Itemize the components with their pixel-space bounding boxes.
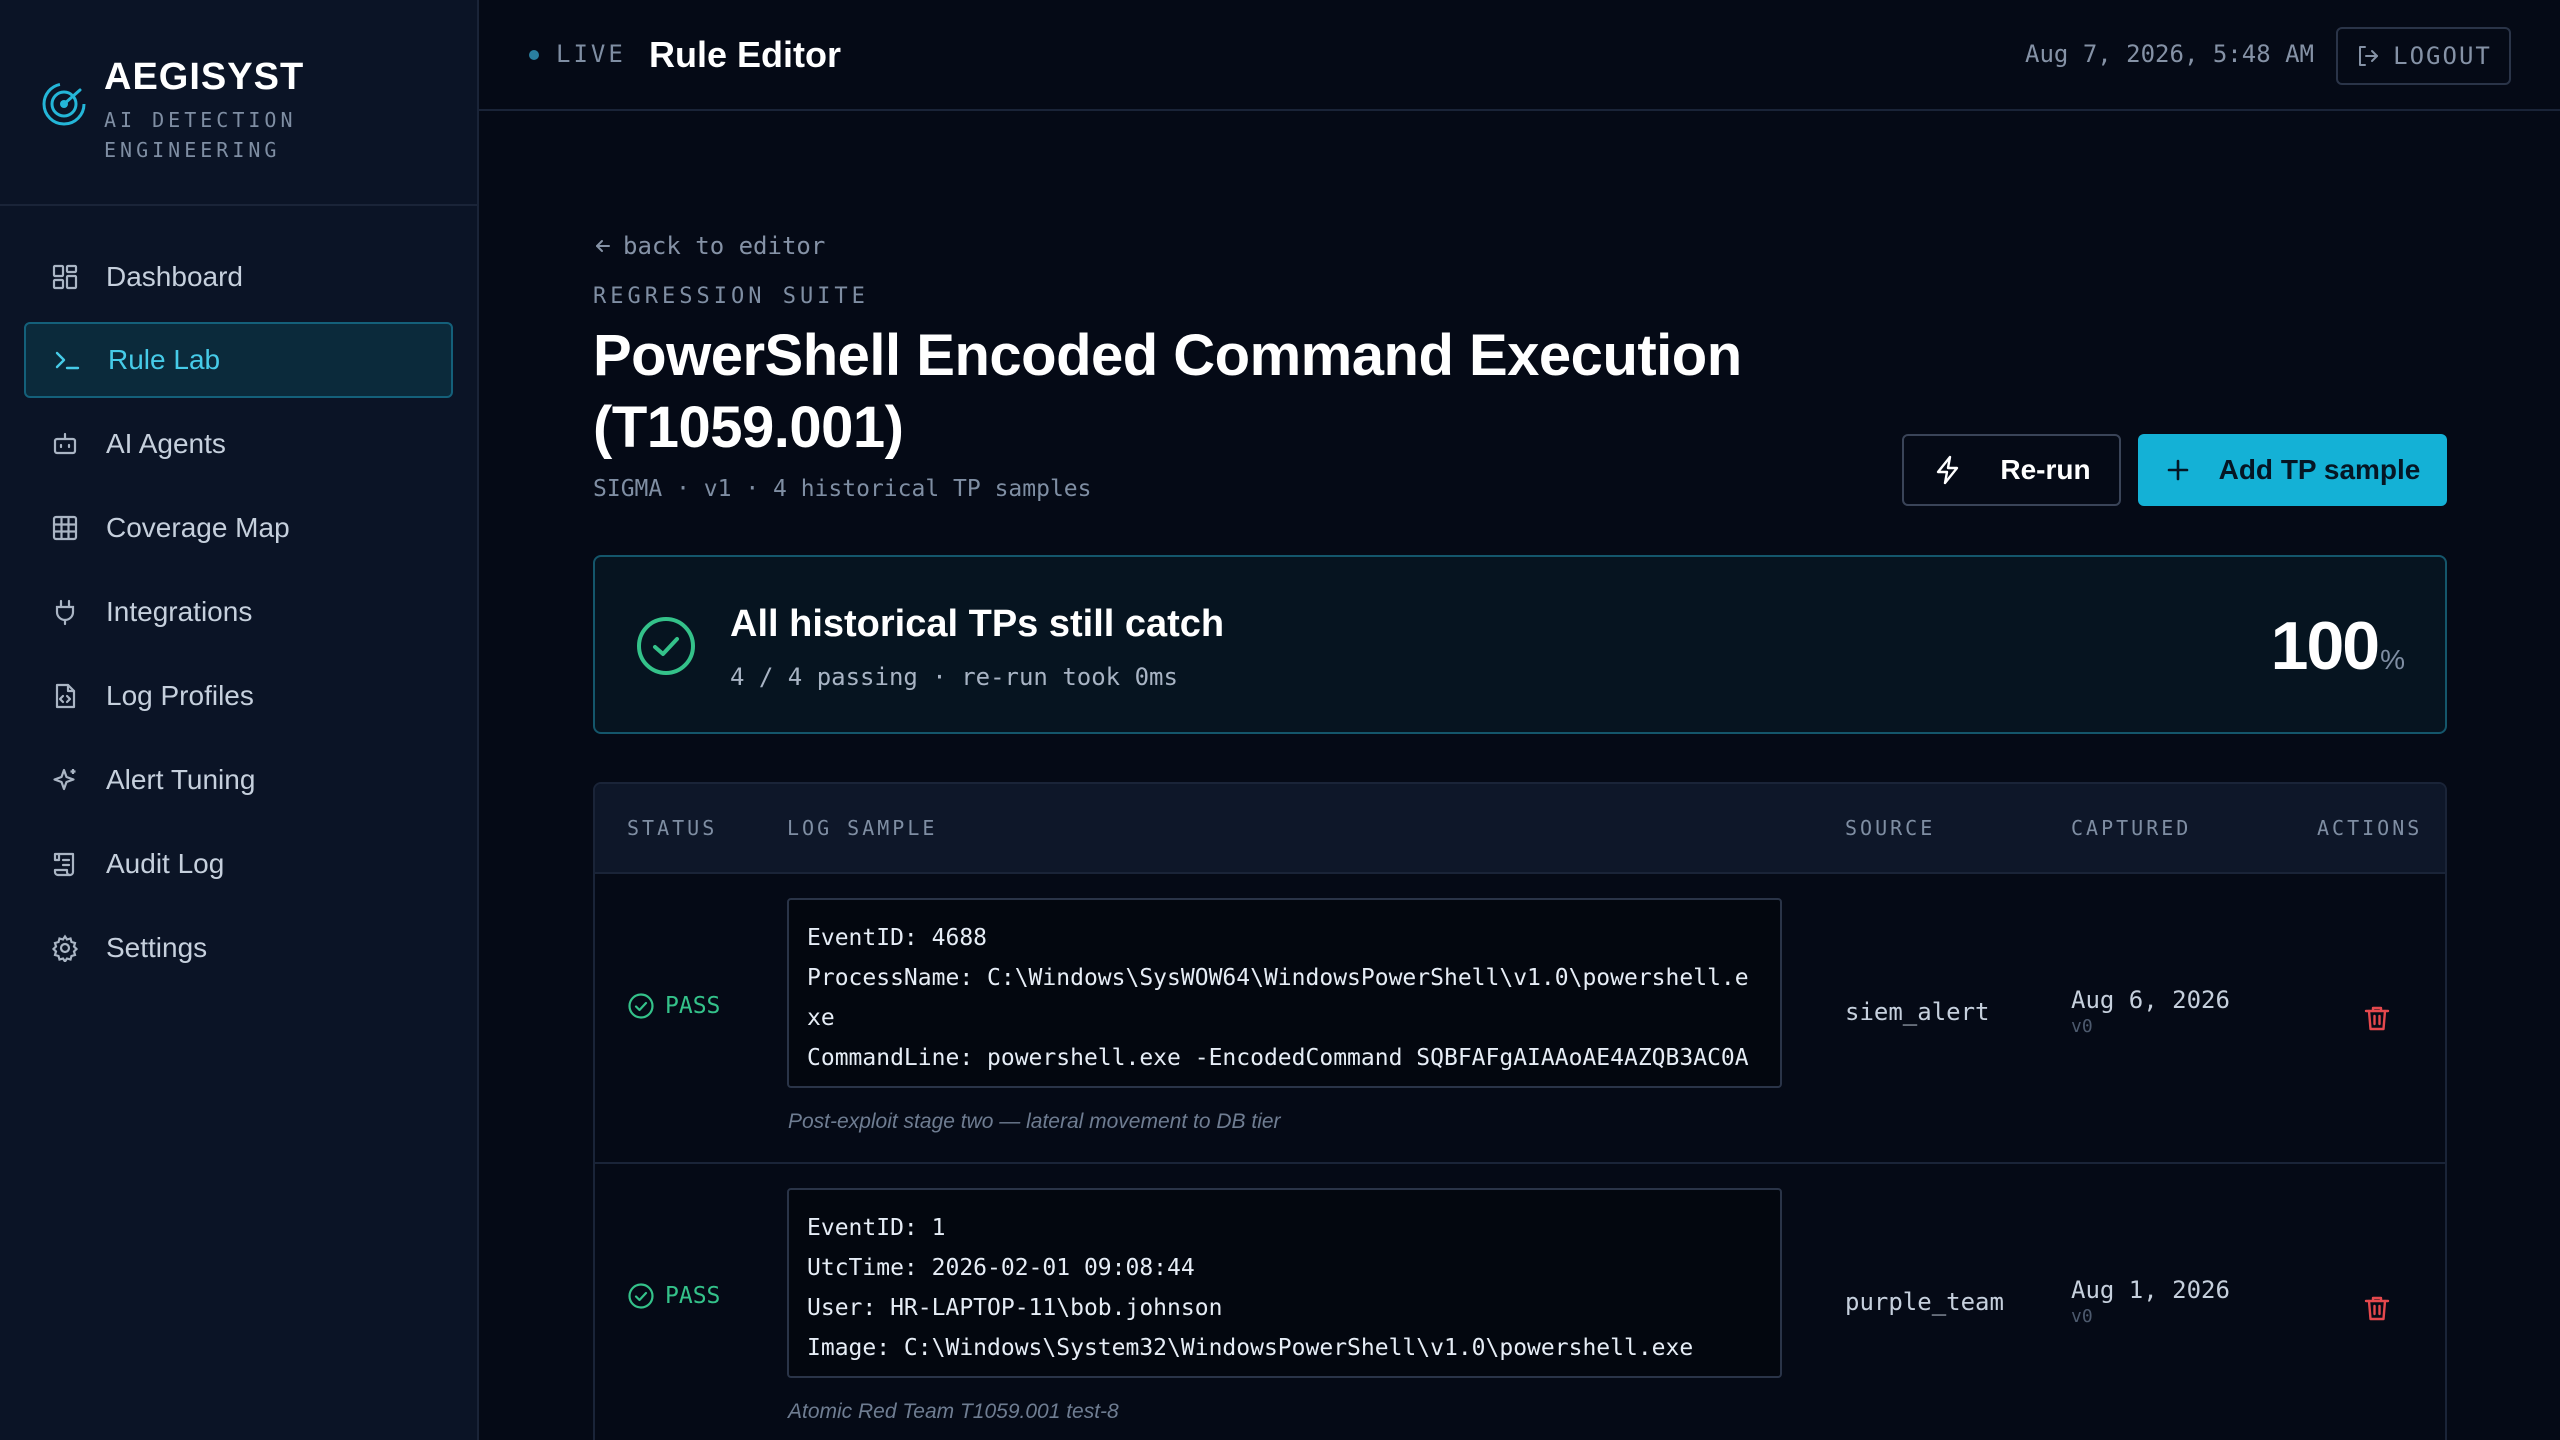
table-row: PASS EventID: 4688 ProcessName: C:\Windo… — [595, 872, 2445, 1162]
delete-sample-button[interactable] — [2359, 1290, 2395, 1326]
plug-icon — [50, 597, 80, 627]
rerun-label: Re-run — [2000, 454, 2091, 485]
sidebar-item-label: Alert Tuning — [106, 764, 256, 795]
check-circle-icon — [628, 993, 654, 1019]
dashboard-icon — [50, 262, 80, 292]
sidebar-item-label: Audit Log — [106, 848, 225, 879]
sample-note: Post-exploit stage two — lateral movemen… — [788, 1110, 1281, 1133]
rule-meta: SIGMA · v1 · 4 historical TP samples — [593, 476, 1092, 502]
sidebar-item-alert-tuning[interactable]: Alert Tuning — [24, 742, 453, 818]
sidebar-item-label: AI Agents — [106, 428, 226, 459]
sidebar-item-audit-log[interactable]: Audit Log — [24, 826, 453, 902]
table-row: PASS EventID: 1 UtcTime: 2026-02-01 09:0… — [595, 1162, 2445, 1440]
section-label: REGRESSION SUITE — [593, 284, 869, 309]
table-header: STATUS LOG SAMPLE SOURCE CAPTURED ACTION… — [595, 784, 2445, 872]
sidebar-item-dashboard[interactable]: Dashboard — [24, 239, 453, 315]
trash-icon — [2364, 1296, 2390, 1321]
logout-icon — [2359, 46, 2379, 66]
sidebar-item-label: Rule Lab — [108, 344, 221, 375]
sample-source: siem_alert — [1845, 998, 1990, 1026]
captured-version: v0 — [2071, 1306, 2093, 1327]
file-code-icon — [50, 681, 80, 711]
plus-icon — [2167, 459, 2188, 481]
delete-sample-button[interactable] — [2359, 1000, 2395, 1036]
sidebar-item-label: Coverage Map — [106, 512, 290, 543]
column-header-actions: ACTIONS — [2317, 816, 2423, 840]
column-header-captured: CAPTURED — [2071, 816, 2192, 840]
sample-source: purple_team — [1845, 1288, 2004, 1316]
captured-date: Aug 6, 2026 — [2071, 986, 2230, 1014]
logout-label: LOGOUT — [2393, 42, 2492, 70]
brand: AEGISYST AI DETECTION ENGINEERING — [0, 0, 477, 206]
sidebar-item-coverage-map[interactable]: Coverage Map — [24, 490, 453, 566]
sidebar-item-label: Log Profiles — [106, 680, 254, 711]
status-badge: PASS — [627, 1282, 720, 1310]
add-tp-sample-label: Add TP sample — [2218, 454, 2421, 485]
check-circle-icon — [637, 617, 695, 675]
log-sample-box[interactable]: EventID: 1 UtcTime: 2026-02-01 09:08:44 … — [787, 1188, 1782, 1378]
pass-percentage: 100 % — [2271, 607, 2405, 685]
sparkles-icon — [50, 765, 80, 795]
sidebar: AEGISYST AI DETECTION ENGINEERING Dashbo… — [0, 0, 479, 1440]
sidebar-item-log-profiles[interactable]: Log Profiles — [24, 658, 453, 734]
gear-icon — [50, 933, 80, 963]
sidebar-item-label: Dashboard — [106, 261, 243, 292]
pass-percentage-unit: % — [2380, 644, 2405, 675]
live-indicator-dot — [529, 50, 539, 60]
sidebar-item-label: Settings — [106, 932, 208, 963]
brand-subtitle: AI DETECTION ENGINEERING — [104, 108, 297, 162]
column-header-source: SOURCE — [1845, 816, 1936, 840]
radar-logo-icon — [42, 82, 86, 126]
column-header-log-sample: LOG SAMPLE — [787, 816, 938, 840]
sidebar-item-settings[interactable]: Settings — [24, 910, 453, 986]
arrow-left-icon — [596, 240, 610, 252]
tp-samples-table: STATUS LOG SAMPLE SOURCE CAPTURED ACTION… — [593, 782, 2447, 1440]
sidebar-item-label: Integrations — [106, 596, 253, 627]
result-title: All historical TPs still catch — [730, 603, 1225, 645]
sample-note: Atomic Red Team T1059.001 test-8 — [788, 1400, 1119, 1423]
logout-button[interactable]: LOGOUT — [2336, 27, 2511, 85]
page-title: Rule Editor — [649, 34, 842, 75]
trash-icon — [2364, 1006, 2390, 1031]
brand-name: AEGISYST — [104, 56, 305, 98]
captured-date: Aug 1, 2026 — [2071, 1276, 2230, 1304]
pass-percentage-value: 100 — [2270, 608, 2380, 684]
lightning-icon — [1937, 455, 1959, 485]
result-summary: 4 / 4 passing · re-run took 0ms — [730, 663, 1178, 691]
top-bar: LIVE Rule Editor Aug 7, 2026, 5:48 AM LO… — [479, 0, 2560, 111]
rerun-button[interactable]: Re-run — [1902, 434, 2121, 506]
log-sample-box[interactable]: EventID: 4688 ProcessName: C:\Windows\Sy… — [787, 898, 1782, 1088]
sidebar-item-ai-agents[interactable]: AI Agents — [24, 406, 453, 482]
add-tp-sample-button[interactable]: Add TP sample — [2138, 434, 2447, 506]
check-circle-icon — [628, 1283, 654, 1309]
grid-icon — [50, 513, 80, 543]
terminal-icon — [52, 345, 82, 375]
scroll-icon — [50, 849, 80, 879]
column-header-status: STATUS — [627, 816, 718, 840]
current-datetime: Aug 7, 2026, 5:48 AM — [2025, 40, 2314, 68]
regression-result-card: All historical TPs still catch 4 / 4 pas… — [593, 555, 2447, 734]
sidebar-item-rule-lab[interactable]: Rule Lab — [24, 322, 453, 398]
captured-version: v0 — [2071, 1016, 2093, 1037]
back-to-editor-link[interactable]: back to editor — [593, 232, 825, 260]
live-label: LIVE — [556, 40, 626, 68]
rule-title: PowerShell Encoded Command Execution (T1… — [593, 323, 1742, 460]
status-label: PASS — [665, 1283, 721, 1309]
back-label: back to editor — [623, 232, 826, 260]
sidebar-item-integrations[interactable]: Integrations — [24, 574, 453, 650]
bot-icon — [50, 429, 80, 459]
status-label: PASS — [665, 993, 721, 1019]
status-badge: PASS — [627, 992, 720, 1020]
